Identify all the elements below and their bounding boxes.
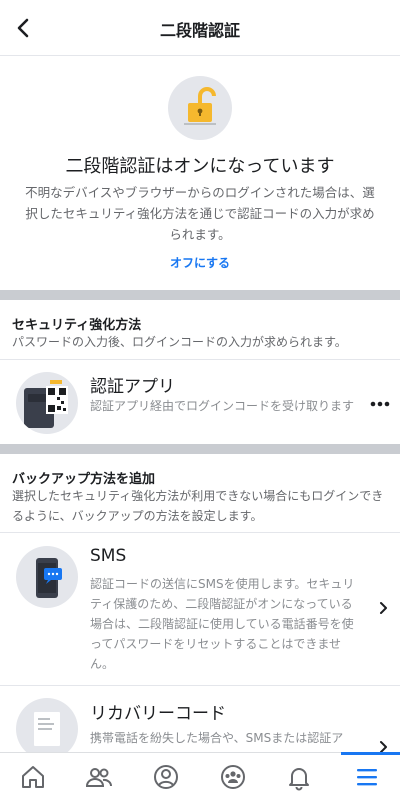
tab-notifications[interactable] [266,753,332,801]
recovery-code-description: 携帯電話を紛失した場合や、SMSまたは認証ア [90,731,344,745]
tab-friends[interactable] [66,753,132,801]
tab-groups[interactable] [200,753,266,801]
lock-icon [168,76,232,140]
section-divider [0,290,400,300]
backup-description: 選択したセキュリティ強化方法が利用できない場合にもログインできるように、バックア… [12,489,384,523]
row-divider [0,359,400,360]
section-divider [0,444,400,454]
bottom-tab-bar [0,752,400,800]
profile-icon [154,765,178,789]
row-divider [0,685,400,686]
header: 二段階認証 [0,0,400,56]
more-options-icon[interactable] [368,394,392,414]
backup-heading: バックアップ方法を追加 [12,472,156,487]
turn-off-link[interactable]: オフにする [0,254,400,271]
page-title: 二段階認証 [159,21,240,40]
sms-description: 認証コードの送信にSMSを使用します。セキュリティ保護のため、二段階認証がオンに… [90,577,355,671]
groups-icon [221,765,245,789]
status-section: 二段階認証はオンになっています 不明なデバイスやブラウザーからのログインされた場… [0,56,400,290]
home-icon [22,766,44,788]
tab-home[interactable] [0,753,66,801]
sms-title[interactable]: SMS [90,546,126,566]
authenticator-app-title[interactable]: 認証アプリ [90,372,175,397]
status-description: 不明なデバイスやブラウザーからのログインされた場合は、選択したセキュリティ強化方… [25,185,375,242]
status-title: 二段階認証はオンになっています [65,156,335,177]
sms-phone-icon [16,546,78,608]
recovery-code-icon [16,698,78,760]
tab-menu[interactable] [334,753,400,801]
authenticator-app-icon [16,372,78,434]
tab-profile[interactable] [133,753,199,801]
authenticator-app-description: 認証アプリ経由でログインコードを受け取ります [90,399,355,413]
row-divider [0,532,400,533]
notifications-icon [289,768,309,791]
security-method-description: パスワードの入力後、ログインコードの入力が求められます。 [12,335,347,349]
recovery-code-title[interactable]: リカバリーコード [90,699,226,724]
friends-icon [85,768,113,787]
chevron-right-icon[interactable] [378,601,390,615]
menu-icon [357,769,377,786]
security-method-heading: セキュリティ強化方法 [12,318,142,333]
